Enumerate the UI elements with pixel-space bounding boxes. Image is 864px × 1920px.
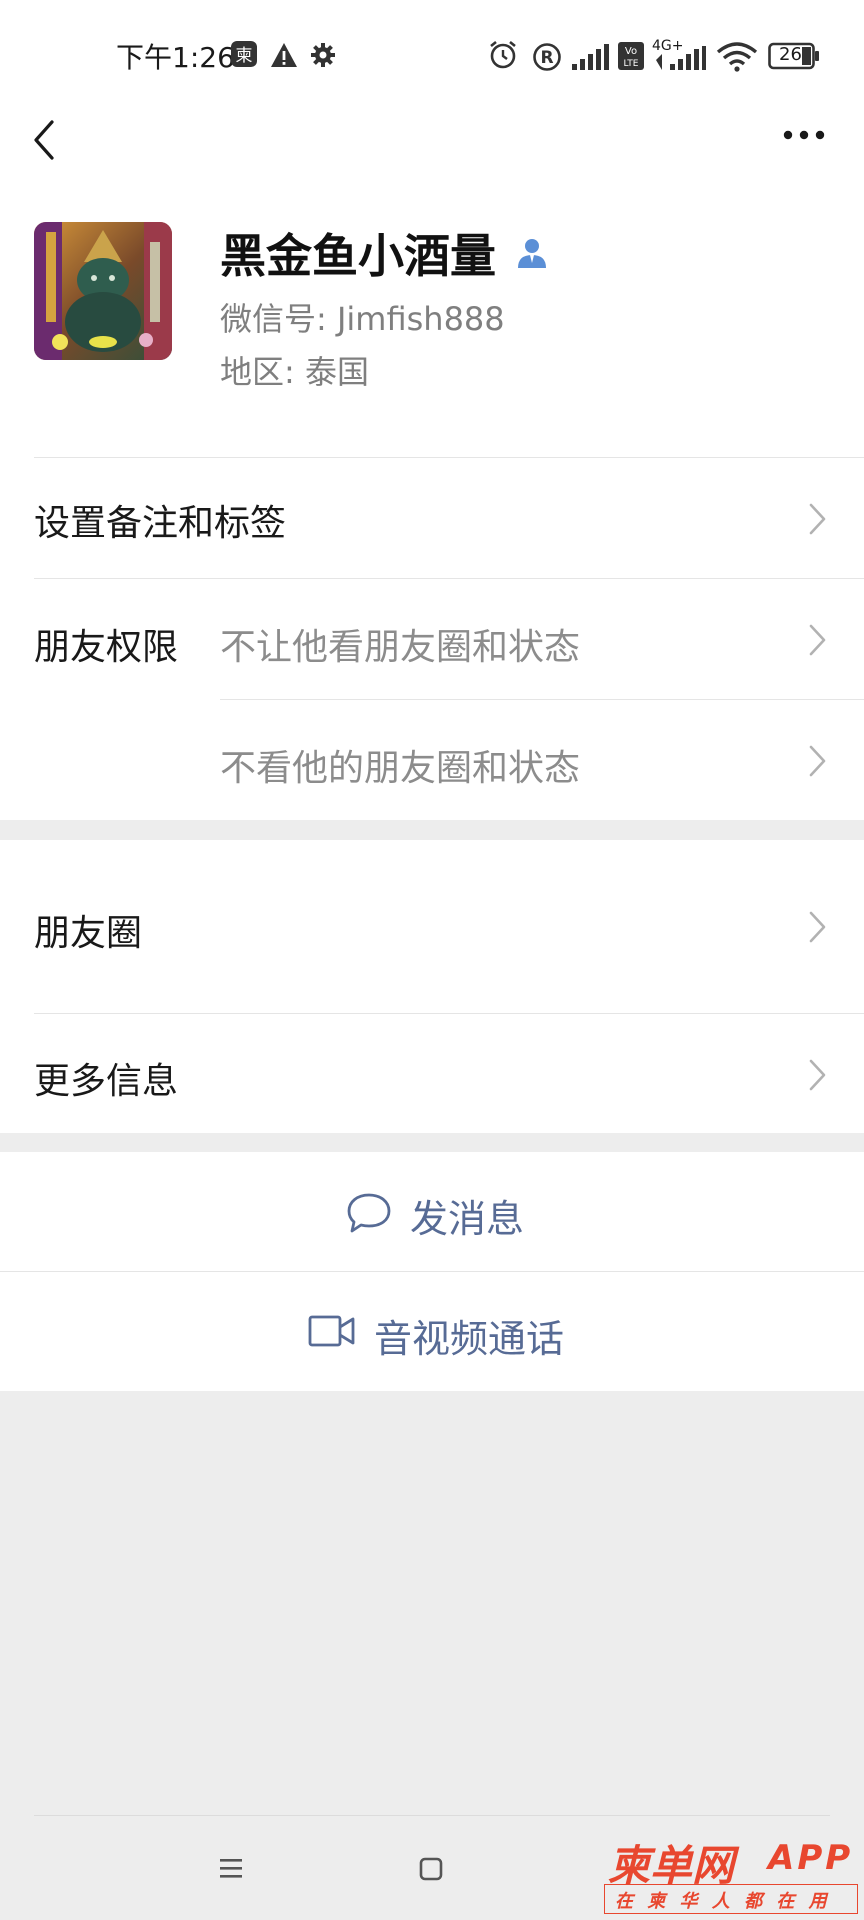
signal-icon-2 [656,46,706,74]
chevron-right-icon [808,1058,828,1092]
menu-nav-icon[interactable] [218,1856,246,1884]
watermark-slogan-box: 在 柬 华 人 都 在 用 [604,1884,858,1914]
registered-icon: R [532,42,562,76]
permission-hide-my-moments-label: 不让他看朋友圈和状态 [220,627,581,668]
wifi-icon [716,40,758,76]
status-bar: 下午1:26 柬 R Vo LTE 4G+ 26 [0,0,864,112]
svg-text:LTE: LTE [624,59,639,69]
status-time: 下午1:26 [116,41,235,74]
warning-icon [270,42,298,72]
volte-icon: Vo LTE [618,42,644,74]
alarm-icon [488,40,518,74]
permission-hide-their-moments-label: 不看他的朋友圈和状态 [220,748,581,789]
permission-hide-my-moments-row[interactable]: 不让他看朋友圈和状态 [220,579,864,699]
friend-permissions-label: 朋友权限 [34,627,179,668]
settings-gear-icon [310,42,336,72]
moments-row[interactable]: 朋友圈 [0,840,864,1013]
chevron-right-icon [808,502,828,536]
signal-icon-1 [572,44,612,74]
video-camera-icon [308,1314,356,1352]
moments-label: 朋友圈 [34,913,143,954]
contact-person-icon [515,236,549,270]
voice-video-call-label: 音视频通话 [374,1317,565,1361]
more-dots-icon[interactable] [782,126,826,148]
back-chevron-left-icon[interactable] [30,116,60,168]
watermark-app: APP [768,1838,854,1878]
send-message-label: 发消息 [410,1197,525,1241]
send-message-button[interactable]: 发消息 [0,1152,864,1271]
profile-region: 地区: 泰国 [220,353,369,391]
battery-level: 26 [779,44,802,65]
voice-video-call-button[interactable]: 音视频通话 [0,1272,864,1391]
chat-bubble-icon [346,1192,392,1238]
avatar[interactable] [34,222,172,360]
profile-nickname: 黑金鱼小酒量 [220,229,496,283]
svg-text:Vo: Vo [625,46,637,57]
chevron-right-icon [808,910,828,944]
chevron-right-icon [808,623,828,657]
watermark-slogan: 在 柬 华 人 都 在 用 [615,1891,831,1912]
divider [34,1815,830,1816]
more-info-label: 更多信息 [34,1061,179,1102]
chevron-right-icon [808,744,828,778]
more-info-row[interactable]: 更多信息 [0,1014,864,1133]
svg-text:R: R [540,48,553,68]
remark-tags-label: 设置备注和标签 [34,503,287,544]
permission-hide-their-moments-row[interactable]: 不看他的朋友圈和状态 [220,700,864,820]
app-notification-icon: 柬 [230,40,258,72]
svg-text:柬: 柬 [236,46,253,66]
home-nav-icon[interactable] [418,1856,444,1886]
wechat-id: 微信号: Jimfish888 [220,300,505,338]
remark-tags-row[interactable]: 设置备注和标签 [0,458,864,578]
nav-bar [0,112,864,212]
watermark-logo: 柬单网 APP 在 柬 华 人 都 在 用 [604,1832,860,1916]
